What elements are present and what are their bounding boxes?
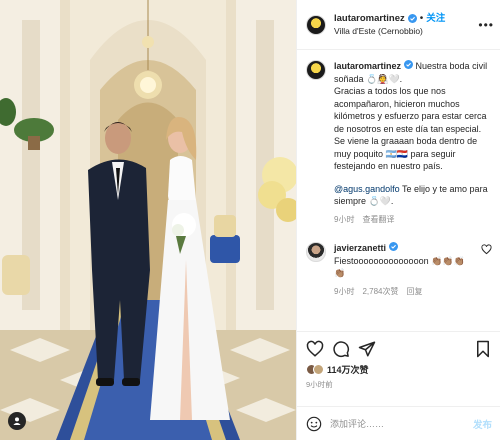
more-options-icon[interactable]: ••• [478, 18, 494, 32]
author-avatar[interactable] [306, 14, 326, 35]
actions-area: 114万次赞 9小时前 [297, 331, 500, 406]
likes-count[interactable]: 114万次赞 [327, 363, 369, 376]
caption-line-2: Gracias a todos los que nos acompañaron,… [334, 86, 487, 134]
post-sidebar: lautaromartinez • 关注 Villa d'Este (Cerno… [296, 0, 500, 440]
comment-input[interactable] [330, 418, 473, 429]
comment-likes[interactable]: 2,784次赞 [362, 286, 398, 299]
comment-meta: 9小时 2,784次赞 回复 [334, 286, 475, 299]
bookmark-icon[interactable] [474, 340, 492, 358]
post-time: 9小时前 [306, 380, 333, 389]
like-heart-icon[interactable] [306, 340, 324, 358]
author-username[interactable]: lautaromartinez [334, 12, 405, 25]
mention-link[interactable]: @agus.gandolfo [334, 184, 400, 194]
commenter-username[interactable]: javierzanetti [334, 243, 386, 253]
verified-badge-icon [389, 242, 399, 251]
translate-link[interactable]: 查看翻译 [362, 214, 394, 227]
verified-badge-icon [407, 13, 417, 23]
caption-time: 9小时 [334, 214, 355, 224]
post-photo[interactable] [0, 0, 296, 440]
caption: lautaromartinez Nuestra boda civil soñad… [306, 60, 492, 226]
caption-body: lautaromartinez Nuestra boda civil soñad… [334, 60, 492, 226]
caption-line-3: Se viene la graaaan boda dentro de muy p… [334, 136, 478, 171]
comment-time: 9小时 [334, 286, 355, 296]
comment-bubble-icon[interactable] [332, 340, 350, 358]
commenter-avatar[interactable] [306, 242, 326, 262]
wedding-photo-illustration [0, 0, 296, 440]
liker-avatar [313, 364, 324, 375]
user-silhouette-icon [13, 417, 21, 425]
action-bar [306, 338, 492, 360]
share-plane-icon[interactable] [358, 340, 376, 358]
reply-button[interactable]: 回复 [406, 286, 422, 299]
comment: javierzanetti Fiestoooooooooooooon 👏🏽👏🏽👏… [306, 242, 492, 298]
comments-section: lautaromartinez Nuestra boda civil soñad… [297, 50, 500, 331]
separator-dot: • [419, 12, 424, 24]
author-info: lautaromartinez • 关注 Villa d'Este (Cerno… [334, 12, 445, 38]
verified-badge-icon [404, 60, 414, 69]
liker-avatars [306, 364, 324, 375]
add-comment-bar: 发布 [297, 406, 500, 440]
author-row: lautaromartinez • 关注 [334, 12, 445, 25]
location-link[interactable]: Villa d'Este (Cernobbio) [334, 25, 445, 38]
follow-button[interactable]: 关注 [426, 12, 445, 25]
tagged-user-icon[interactable] [8, 412, 26, 430]
post-header: lautaromartinez • 关注 Villa d'Este (Cerno… [297, 0, 500, 50]
emoji-icon[interactable] [306, 416, 322, 432]
caption-avatar[interactable] [306, 60, 326, 80]
instagram-post: lautaromartinez • 关注 Villa d'Este (Cerno… [0, 0, 500, 440]
likes-row: 114万次赞 [306, 363, 492, 376]
caption-meta: 9小时 查看翻译 [334, 214, 492, 227]
comment-heart-icon[interactable] [481, 244, 492, 255]
post-comment-button[interactable]: 发布 [473, 417, 492, 431]
comment-text: Fiestoooooooooooooon 👏🏽👏🏽👏🏽👏🏽 [334, 255, 465, 279]
caption-username[interactable]: lautaromartinez [334, 61, 401, 71]
comment-body: javierzanetti Fiestoooooooooooooon 👏🏽👏🏽👏… [334, 242, 475, 298]
